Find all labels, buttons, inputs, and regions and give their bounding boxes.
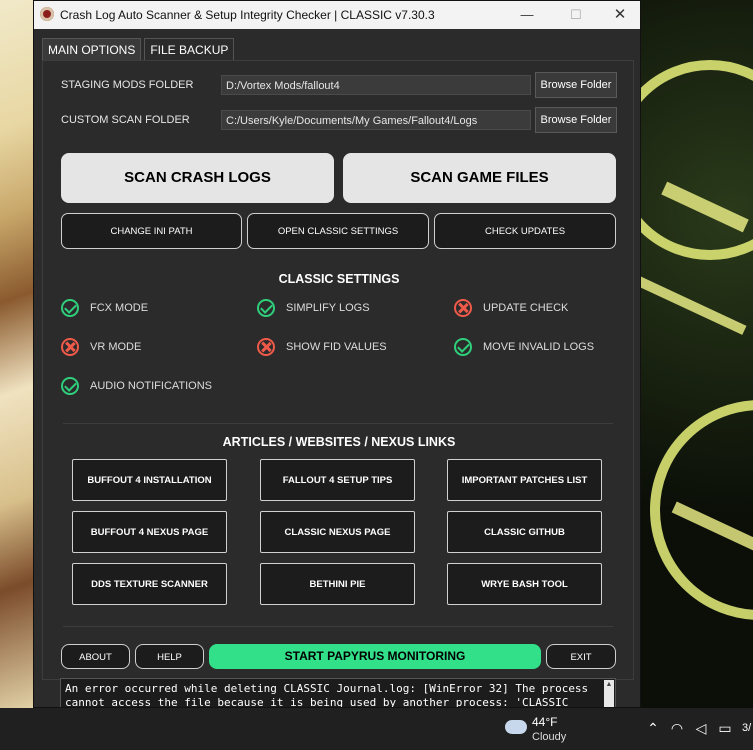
exit-button[interactable]: EXIT	[546, 644, 616, 669]
weather-temp: 44°F	[532, 715, 558, 729]
link-wrye-bash-tool[interactable]: WRYE BASH TOOL	[447, 563, 602, 605]
setting-label: SHOW FID VALUES	[286, 341, 387, 353]
classic-window: Crash Log Auto Scanner & Setup Integrity…	[33, 0, 641, 708]
setting-vr-mode[interactable]: VR MODE	[61, 336, 141, 358]
setting-label: UPDATE CHECK	[483, 302, 569, 314]
close-button[interactable]: ✕	[598, 1, 640, 29]
system-tray: ⌃ ◠ ◁ ▭ 3/	[646, 716, 751, 740]
settings-title: CLASSIC SETTINGS	[278, 272, 400, 286]
output-log[interactable]: An error occurred while deleting CLASSIC…	[60, 678, 616, 707]
custom-folder-label: CUSTOM SCAN FOLDER	[61, 114, 190, 126]
custom-browse-button[interactable]: Browse Folder	[535, 107, 617, 133]
tab-bar: MAIN OPTIONS FILE BACKUP	[42, 38, 235, 61]
section-divider	[63, 423, 613, 424]
maximize-button[interactable]: ☐	[554, 1, 598, 29]
cloud-icon	[505, 720, 527, 734]
links-title: ARTICLES / WEBSITES / NEXUS LINKS	[222, 435, 456, 449]
start-papyrus-monitoring-button[interactable]: START PAPYRUS MONITORING	[209, 644, 541, 669]
setting-move-invalid-logs[interactable]: MOVE INVALID LOGS	[454, 336, 594, 358]
tab-main-options[interactable]: MAIN OPTIONS	[42, 38, 142, 61]
scroll-up-icon[interactable]: ▲	[605, 681, 613, 689]
x-circle-icon	[61, 338, 79, 356]
link-fallout4-setup-tips[interactable]: FALLOUT 4 SETUP TIPS	[260, 459, 415, 501]
open-classic-settings-button[interactable]: OPEN CLASSIC SETTINGS	[247, 213, 429, 249]
setting-label: AUDIO NOTIFICATIONS	[90, 380, 213, 392]
taskbar	[0, 708, 753, 750]
setting-label: FCX MODE	[90, 302, 149, 314]
link-dds-texture-scanner[interactable]: DDS TEXTURE SCANNER	[72, 563, 227, 605]
wifi-icon[interactable]: ◠	[670, 720, 684, 737]
setting-simplify-logs[interactable]: SIMPLIFY LOGS	[257, 297, 370, 319]
link-important-patches-list[interactable]: IMPORTANT PATCHES LIST	[447, 459, 602, 501]
link-classic-nexus-page[interactable]: CLASSIC NEXUS PAGE	[260, 511, 415, 553]
weather-widget[interactable]: 44°F Cloudy	[505, 712, 585, 746]
scan-game-files-button[interactable]: SCAN GAME FILES	[343, 153, 616, 203]
link-buffout4-installation[interactable]: BUFFOUT 4 INSTALLATION	[72, 459, 227, 501]
output-scrollbar[interactable]: ▲	[604, 680, 614, 707]
link-buffout4-nexus-page[interactable]: BUFFOUT 4 NEXUS PAGE	[72, 511, 227, 553]
setting-label: VR MODE	[90, 341, 142, 353]
link-classic-github[interactable]: CLASSIC GITHUB	[447, 511, 602, 553]
window-title: Crash Log Auto Scanner & Setup Integrity…	[60, 8, 435, 22]
x-circle-icon	[454, 299, 472, 317]
check-circle-icon	[454, 338, 472, 356]
about-button[interactable]: ABOUT	[61, 644, 130, 669]
help-button[interactable]: HELP	[135, 644, 204, 669]
section-divider	[63, 626, 613, 627]
setting-label: MOVE INVALID LOGS	[483, 341, 595, 353]
check-circle-icon	[61, 299, 79, 317]
battery-icon[interactable]: ▭	[718, 720, 732, 737]
check-circle-icon	[257, 299, 275, 317]
desktop-wallpaper-right	[640, 0, 753, 708]
check-circle-icon	[61, 377, 79, 395]
setting-label: SIMPLIFY LOGS	[286, 302, 370, 314]
main-options-panel: STAGING MODS FOLDER D:/Vortex Mods/fallo…	[42, 60, 634, 680]
custom-folder-input[interactable]: C:/Users/Kyle/Documents/My Games/Fallout…	[221, 110, 531, 130]
setting-audio-notifications[interactable]: AUDIO NOTIFICATIONS	[61, 375, 212, 397]
change-ini-path-button[interactable]: CHANGE INI PATH	[61, 213, 242, 249]
link-bethini-pie[interactable]: BETHINI PIE	[260, 563, 415, 605]
staging-folder-input[interactable]: D:/Vortex Mods/fallout4	[221, 75, 531, 95]
speaker-icon[interactable]: ◁	[694, 720, 708, 737]
scan-crash-logs-button[interactable]: SCAN CRASH LOGS	[61, 153, 334, 203]
weather-condition: Cloudy	[532, 731, 567, 743]
staging-browse-button[interactable]: Browse Folder	[535, 72, 617, 98]
chevron-up-icon[interactable]: ⌃	[646, 720, 660, 737]
staging-folder-label: STAGING MODS FOLDER	[61, 79, 194, 91]
app-icon	[40, 7, 54, 21]
setting-show-fid-values[interactable]: SHOW FID VALUES	[257, 336, 387, 358]
setting-fcx-mode[interactable]: FCX MODE	[61, 297, 148, 319]
tab-file-backup[interactable]: FILE BACKUP	[144, 38, 235, 61]
clock[interactable]: 3/	[742, 722, 751, 734]
setting-update-check[interactable]: UPDATE CHECK	[454, 297, 568, 319]
x-circle-icon	[257, 338, 275, 356]
title-bar[interactable]: Crash Log Auto Scanner & Setup Integrity…	[34, 1, 640, 29]
check-updates-button[interactable]: CHECK UPDATES	[434, 213, 616, 249]
minimize-button[interactable]: —	[505, 1, 549, 29]
